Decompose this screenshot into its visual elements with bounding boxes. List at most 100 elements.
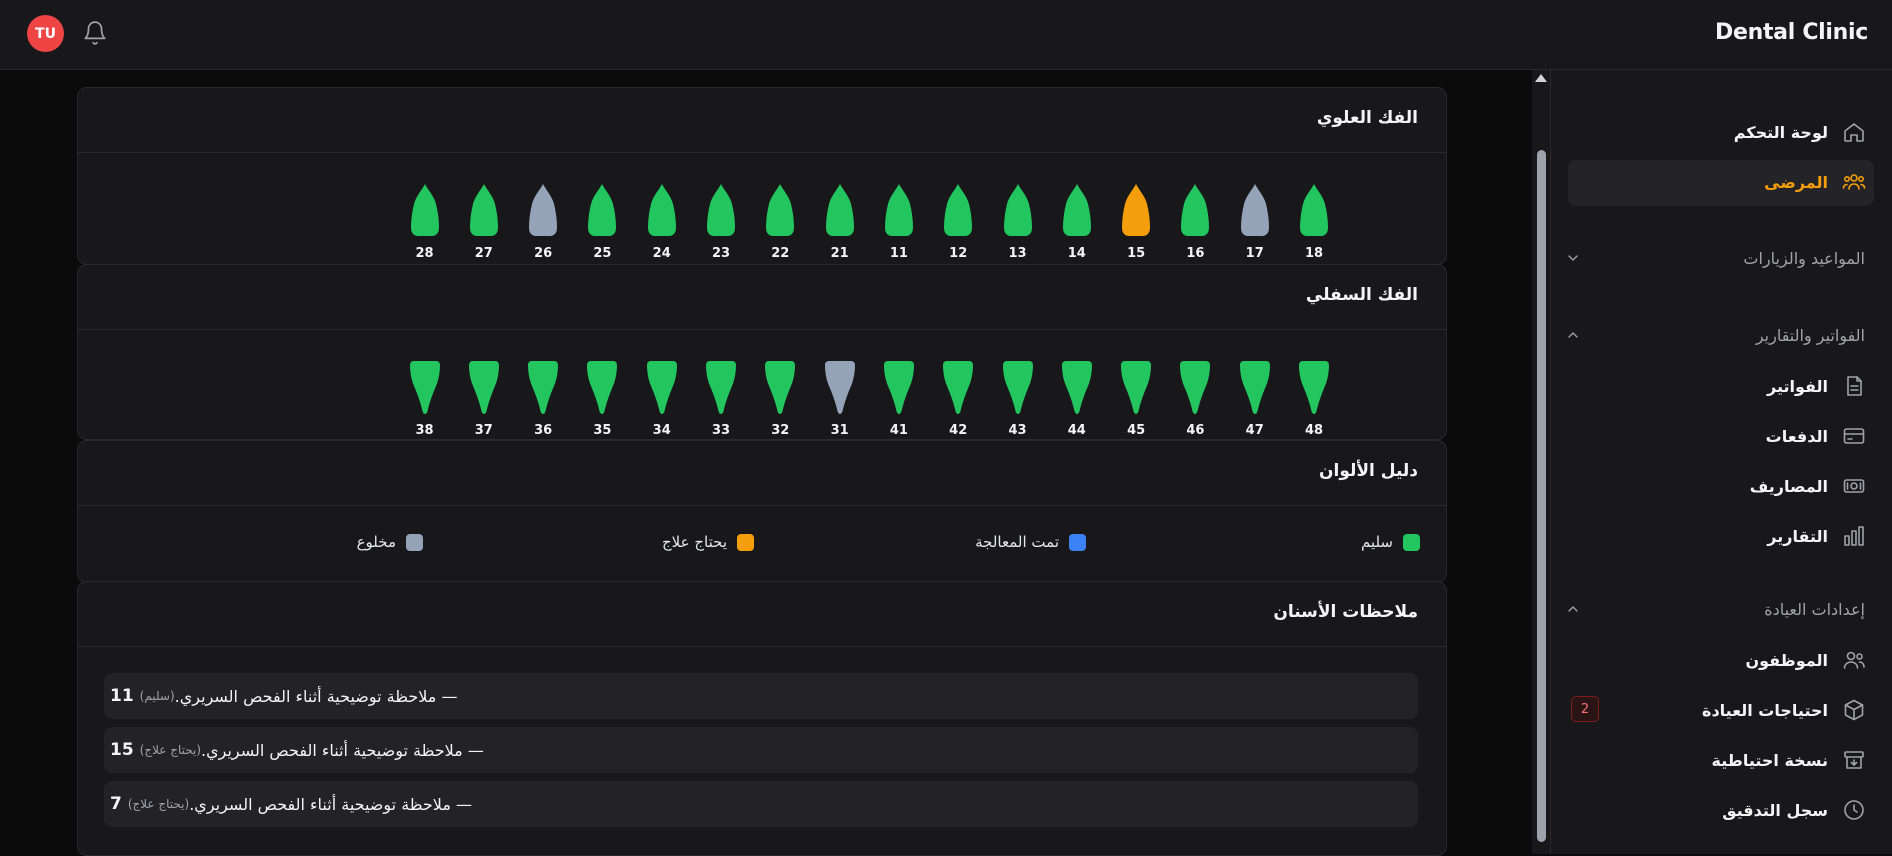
tooth-48[interactable]: 48 (1294, 359, 1334, 439)
tooth-number: 43 (1008, 423, 1027, 438)
tooth-46[interactable]: 46 (1175, 359, 1215, 439)
scroll-thumb[interactable] (1537, 150, 1546, 842)
sidebar-item-clinic-needs[interactable]: احتياجات العيادة (1702, 688, 1866, 732)
tooth-33[interactable]: 33 (701, 359, 741, 439)
sidebar-item-expenses[interactable]: المصاريف (1750, 464, 1866, 508)
legend-label: سليم (1360, 533, 1393, 551)
tooth-shape (646, 359, 677, 419)
tooth-28[interactable]: 28 (405, 182, 445, 262)
tooth-number: 41 (889, 423, 908, 438)
tooth-36[interactable]: 36 (523, 359, 563, 439)
tooth-37[interactable]: 37 (464, 359, 504, 439)
tooth-number: 44 (1067, 423, 1086, 438)
tooth-47[interactable]: 47 (1235, 359, 1275, 439)
user-avatar[interactable]: TU (27, 15, 64, 52)
legend-card: دليل الألوان (77, 440, 1447, 583)
sidebar-item-dashboard[interactable]: لوحة التحكم (1734, 110, 1866, 154)
tooth-11[interactable]: 11 (879, 182, 919, 262)
tooth-45[interactable]: 45 (1116, 359, 1156, 439)
sidebar-item-staff[interactable]: الموظفون (1745, 638, 1866, 682)
tooth-shape (943, 182, 973, 242)
tooth-number: 42 (949, 423, 968, 438)
sidebar-item-audit-log[interactable]: سجل التدقيق (1722, 788, 1866, 832)
tooth-17[interactable]: 17 (1235, 182, 1275, 262)
sidebar-item-label: المصاريف (1749, 476, 1828, 496)
legend-item-needs-treatment: يحتاج علاج (662, 533, 754, 551)
tooth-24[interactable]: 24 (642, 182, 682, 262)
brand-title: Dental Clinic (1715, 20, 1868, 45)
document-icon (1847, 376, 1862, 396)
tooth-26[interactable]: 26 (523, 182, 563, 262)
tooth-12[interactable]: 12 (938, 182, 978, 262)
legend-swatch (737, 533, 754, 551)
sidebar-item-reports[interactable]: التقارير (1767, 514, 1866, 558)
tooth-shape (706, 182, 736, 242)
tooth-14[interactable]: 14 (1057, 182, 1097, 262)
tooth-shape (587, 182, 617, 242)
divider (78, 152, 1446, 153)
tooth-shape (1180, 359, 1211, 419)
divider (78, 505, 1446, 506)
main-scrollbar[interactable] (1532, 70, 1550, 854)
tooth-21[interactable]: 21 (820, 182, 860, 262)
tooth-35[interactable]: 35 (582, 359, 622, 439)
sidebar-item-invoices[interactable]: الفواتير (1767, 364, 1866, 408)
users-icon (1842, 174, 1866, 190)
section-appointments[interactable]: المواعيد والزيارات (1565, 243, 1865, 273)
tooth-shape (1121, 182, 1151, 242)
legend-item-extracted: مخلوع (357, 533, 423, 551)
note-row[interactable]: 15 (يحتاج علاج) — ملاحظة توضيحية أثناء ا… (104, 727, 1418, 773)
tooth-31[interactable]: 31 (820, 359, 860, 439)
tooth-shape (647, 182, 677, 242)
note-status: (يحتاج علاج) (127, 797, 190, 811)
section-billing[interactable]: الفواتير والتقارير (1565, 320, 1865, 350)
tooth-25[interactable]: 25 (582, 182, 622, 262)
tooth-34[interactable]: 34 (642, 359, 682, 439)
sidebar-item-label: التقارير (1767, 526, 1828, 546)
tooth-15[interactable]: 15 (1116, 182, 1156, 262)
tooth-13[interactable]: 13 (998, 182, 1038, 262)
sidebar-item-label: نسخة احتياطية (1711, 750, 1828, 770)
tooth-number: 12 (949, 246, 968, 261)
tooth-32[interactable]: 32 (760, 359, 800, 439)
archive-icon (1844, 751, 1864, 769)
tooth-number: 26 (534, 246, 553, 261)
tooth-38[interactable]: 38 (405, 359, 445, 439)
sidebar-item-payments[interactable]: الدفعات (1766, 414, 1866, 458)
scroll-up-arrow[interactable] (1535, 74, 1547, 82)
tooth-number: 33 (711, 423, 731, 438)
sidebar-item-patients[interactable]: المرضى (1764, 160, 1866, 204)
cash-icon (1843, 479, 1865, 493)
section-clinic-settings[interactable]: إعدادات العيادة (1565, 594, 1865, 624)
chevron-up-icon (1568, 606, 1578, 612)
avatar-initials: TU (35, 25, 56, 42)
note-row[interactable]: 11 (سليم) — ملاحظة توضيحية أثناء الفحص ا… (104, 673, 1418, 719)
sidebar-item-backup[interactable]: نسخة احتياطية (1712, 738, 1866, 782)
note-row[interactable]: 7 (يحتاج علاج) — ملاحظة توضيحية أثناء ال… (104, 781, 1418, 827)
tooth-23[interactable]: 23 (701, 182, 741, 262)
divider (78, 646, 1446, 647)
tooth-22[interactable]: 22 (760, 182, 800, 262)
tooth-shape (1180, 182, 1210, 242)
tooth-16[interactable]: 16 (1175, 182, 1215, 262)
tooth-42[interactable]: 42 (938, 359, 978, 439)
tooth-27[interactable]: 27 (464, 182, 504, 262)
bell-icon[interactable] (82, 20, 108, 46)
tooth-18[interactable]: 18 (1294, 182, 1334, 262)
upper-jaw-card: الفك العلوي 18 17 16 15 14 13 12 11 21 22 23 24 25 26… (77, 87, 1447, 265)
section-title: الفواتير والتقارير (1755, 325, 1865, 345)
tooth-number: 34 (652, 423, 671, 438)
tooth-number: 37 (474, 423, 493, 438)
tooth-41[interactable]: 41 (879, 359, 919, 439)
sidebar-item-label: الفواتير (1766, 376, 1828, 396)
tooth-shape (824, 359, 855, 419)
tooth-number: 21 (830, 246, 849, 261)
tooth-43[interactable]: 43 (998, 359, 1038, 439)
legend-label: مخلوع (356, 533, 396, 551)
note-status: (سليم) (139, 689, 175, 703)
note-text: — ملاحظة توضيحية أثناء الفحص السريري. (201, 740, 484, 760)
tooth-shape (765, 182, 795, 242)
tooth-44[interactable]: 44 (1057, 359, 1097, 439)
tooth-shape (469, 182, 499, 242)
tooth-shape (883, 359, 914, 419)
